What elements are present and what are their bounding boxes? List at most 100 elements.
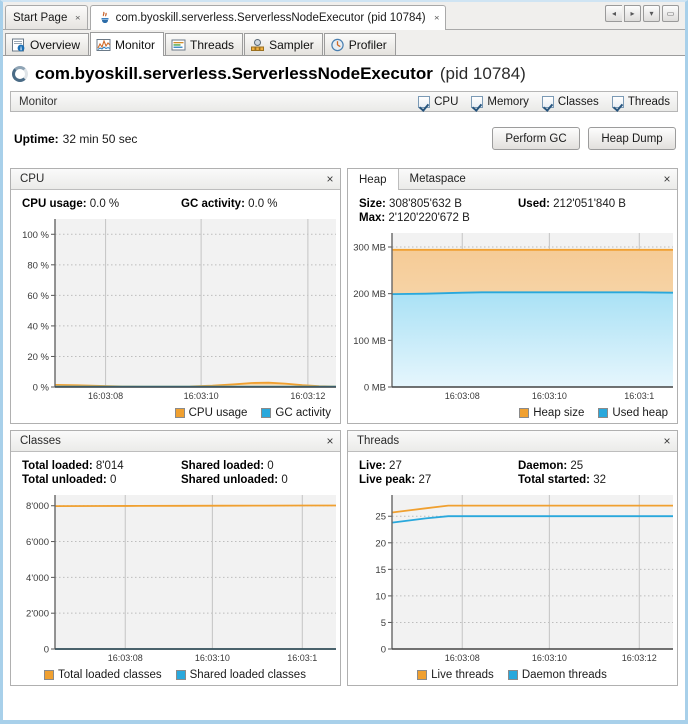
tab-sampler[interactable]: Sampler (244, 33, 323, 55)
chart-legend: Total loaded classes Shared loaded class… (11, 665, 340, 685)
chart-heap[interactable]: 0 MB 100 MB 200 MB 300 MB 16:03:08 16:03:10 16… (348, 227, 677, 403)
panel-classes: Classes × Total loaded: 8'014 Shared loa… (10, 430, 341, 686)
scroll-right-button[interactable]: ▸ (624, 5, 641, 22)
close-icon[interactable]: × (72, 13, 81, 22)
svg-text:6'000: 6'000 (26, 537, 49, 548)
monitor-view: com.byoskill.serverless.ServerlessNodeEx… (3, 56, 685, 720)
subtab-metaspace[interactable]: Metaspace (399, 169, 477, 189)
close-icon[interactable]: × (320, 169, 340, 189)
legend-item-heap-size: Heap size (519, 407, 584, 419)
maximize-button[interactable]: ▭ (662, 5, 679, 22)
loading-spinner-icon (12, 66, 28, 82)
chart-legend: Heap size Used heap (348, 403, 677, 423)
tab-label: Overview (30, 37, 81, 52)
close-icon[interactable]: × (657, 169, 677, 189)
document-tab-label: Start Page (13, 11, 68, 24)
application-pid: (pid 10784) (439, 64, 526, 83)
checkbox-memory[interactable]: Memory (471, 95, 529, 108)
overview-icon (11, 38, 26, 52)
legend-swatch (175, 670, 186, 680)
legend-swatch (598, 408, 609, 418)
checkbox-cpu[interactable]: CPU (418, 95, 459, 108)
document-tab-serverless-node-executor[interactable]: com.byoskill.serverless.ServerlessNodeEx… (89, 5, 446, 30)
legend-item-daemon-threads: Daemon threads (507, 669, 607, 681)
view-tab-bar: Overview Monitor Threads Sampler Profile… (3, 30, 685, 56)
stat-daemon: Daemon: 25 (518, 460, 584, 472)
legend-label: Shared loaded classes (189, 669, 306, 681)
legend-swatch (507, 670, 518, 680)
svg-text:15: 15 (375, 565, 386, 576)
svg-text:5: 5 (381, 618, 386, 629)
svg-text:16:03:12: 16:03:12 (622, 653, 657, 663)
svg-text:40 %: 40 % (27, 321, 49, 332)
chevron-down-icon[interactable]: ▾ (643, 5, 660, 22)
legend-item-cpu-usage: CPU usage (174, 407, 248, 419)
close-icon[interactable]: × (430, 14, 440, 23)
checkbox-threads[interactable]: Threads (611, 95, 670, 108)
tab-threads[interactable]: Threads (165, 33, 244, 55)
page-title: com.byoskill.serverless.ServerlessNodeEx… (3, 56, 685, 91)
close-icon[interactable]: × (657, 431, 677, 451)
checkbox-label: Threads (627, 95, 670, 108)
checkmark-icon[interactable] (471, 95, 484, 108)
stat-shared-loaded: Shared loaded: 0 (181, 460, 274, 472)
uptime-row: Uptime: 32 min 50 sec Perform GC Heap Du… (3, 112, 685, 156)
legend-label: CPU usage (188, 407, 248, 419)
panel-cpu: CPU × CPU usage: 0.0 % GC activity: 0.0 … (10, 168, 341, 424)
tab-overview[interactable]: Overview (5, 33, 90, 55)
close-icon[interactable]: × (320, 431, 340, 451)
checkbox-label: Memory (487, 95, 529, 108)
legend-label: Live threads (431, 669, 494, 681)
checkbox-label: CPU (434, 95, 459, 108)
chart-cpu[interactable]: 0 % 20 % 40 % 60 % 80 % 100 % 16:03:08 16:03:10… (11, 213, 340, 403)
legend-swatch (417, 670, 428, 680)
checkbox-classes[interactable]: Classes (541, 95, 599, 108)
legend-item-total-loaded-classes: Total loaded classes (44, 669, 162, 681)
panel-header: Heap Metaspace × (348, 169, 677, 190)
panel-threads: Threads × Live: 27 Daemon: 25 Live peak:… (347, 430, 678, 686)
checkmark-icon[interactable] (418, 95, 431, 108)
svg-text:16:03:10: 16:03:10 (532, 653, 567, 663)
svg-text:16:03:08: 16:03:08 (88, 391, 123, 401)
stat-cpu-usage: CPU usage: 0.0 % (22, 198, 120, 210)
svg-text:80 %: 80 % (27, 260, 49, 271)
tab-profiler[interactable]: Profiler (323, 33, 396, 55)
subtab-heap[interactable]: Heap (348, 169, 399, 190)
panel-header: Classes × (11, 431, 340, 452)
stat-heap-size: Size: 308'805'632 B (359, 198, 462, 210)
chart-threads[interactable]: 0 5 10 15 20 25 16:03:08 16:03:10 16:03:12 (348, 489, 677, 665)
uptime-label: Uptime: (14, 131, 59, 146)
stat-live-peak: Live peak: 27 (359, 474, 432, 486)
chart-classes[interactable]: 0 2'000 4'000 6'000 8'000 16:03:08 16:03:10 16:… (11, 489, 340, 665)
legend-label: Total loaded classes (58, 669, 162, 681)
legend-item-shared-loaded-classes: Shared loaded classes (175, 669, 306, 681)
perform-gc-button[interactable]: Perform GC (492, 127, 580, 150)
tab-label: Monitor (115, 37, 156, 52)
svg-text:16:03:1: 16:03:1 (287, 653, 317, 663)
checkmark-icon[interactable] (611, 95, 624, 108)
document-tab-start-page[interactable]: Start Page × (5, 5, 88, 29)
legend-label: Daemon threads (521, 669, 607, 681)
tab-label: Profiler (348, 37, 387, 52)
monitor-icon (96, 38, 111, 52)
application-name: com.byoskill.serverless.ServerlessNodeEx… (35, 64, 433, 83)
heap-dump-button[interactable]: Heap Dump (588, 127, 676, 150)
svg-text:0 %: 0 % (33, 383, 50, 394)
panel-stats: CPU usage: 0.0 % GC activity: 0.0 % (11, 190, 340, 213)
stat-gc-activity: GC activity: 0.0 % (181, 198, 278, 210)
panel-title: CPU (20, 173, 45, 185)
svg-text:16:03:10: 16:03:10 (184, 391, 219, 401)
uptime-value: 32 min 50 sec (62, 131, 138, 146)
svg-text:16:03:12: 16:03:12 (290, 391, 325, 401)
scroll-left-button[interactable]: ◂ (605, 5, 622, 22)
monitor-toolbar: Monitor CPU Memory Classes Threads (10, 91, 678, 112)
legend-item-used-heap: Used heap (598, 407, 668, 419)
panel-stats: Total loaded: 8'014 Shared loaded: 0 Tot… (11, 452, 340, 489)
checkmark-icon[interactable] (541, 95, 554, 108)
legend-label: Heap size (533, 407, 585, 419)
tab-monitor[interactable]: Monitor (90, 32, 165, 56)
svg-text:16:03:08: 16:03:08 (108, 653, 143, 663)
stat-total-started: Total started: 32 (518, 474, 606, 486)
svg-text:100 MB: 100 MB (353, 336, 386, 347)
